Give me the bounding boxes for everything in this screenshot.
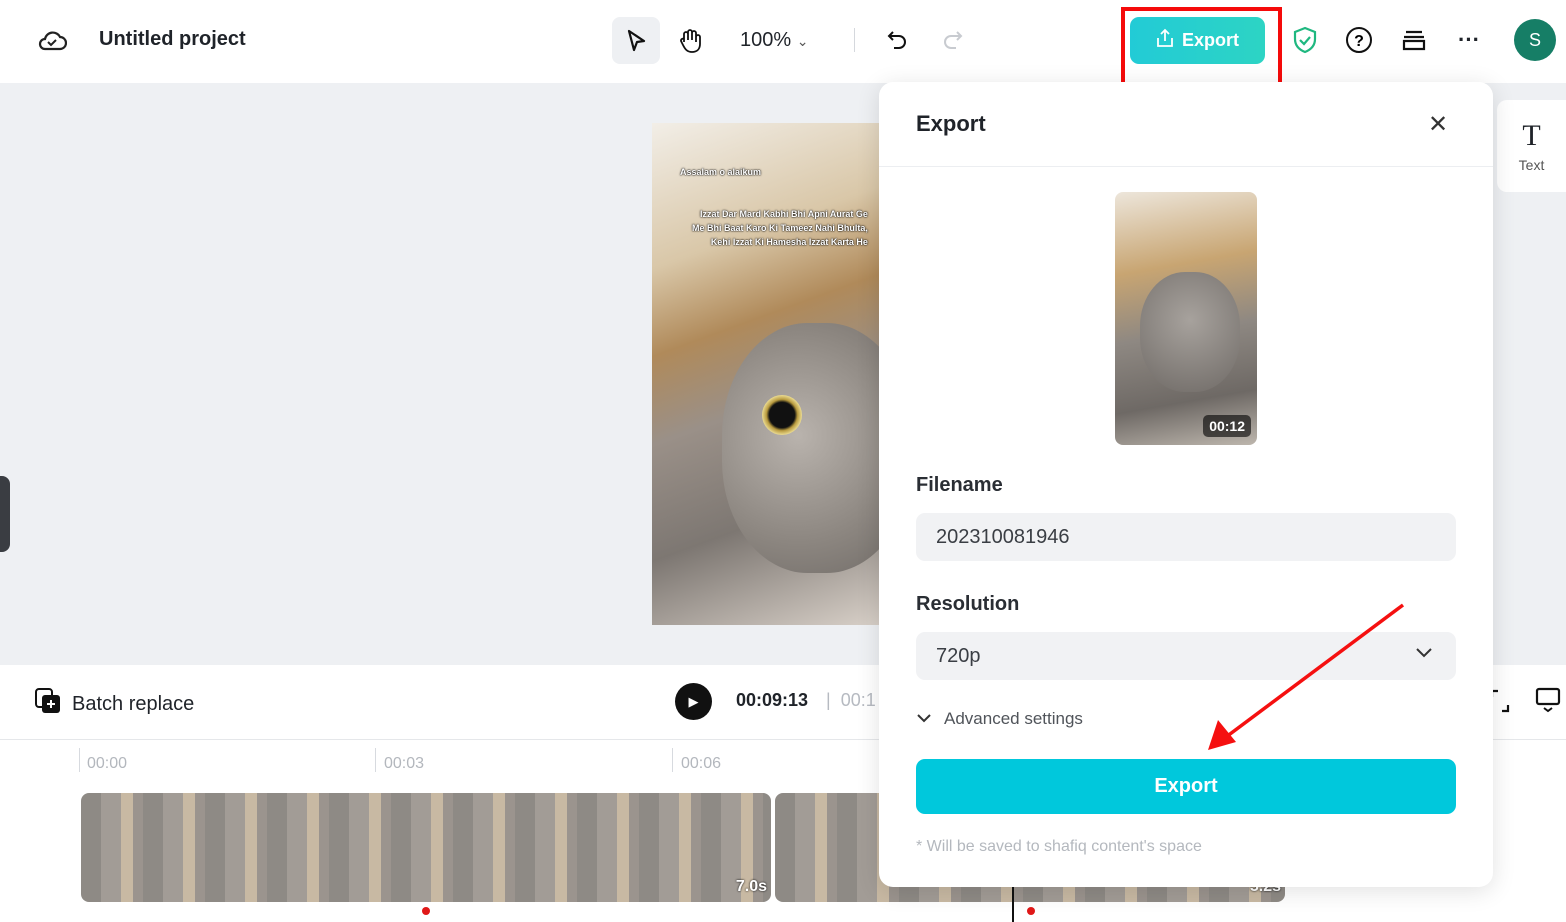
advanced-settings-label: Advanced settings — [944, 709, 1083, 728]
playhead[interactable] — [1012, 886, 1014, 922]
video-preview[interactable]: Assalam o alaikum Izzat Dar Mard Kabhi B… — [652, 123, 880, 625]
ruler-label: 00:03 — [384, 755, 425, 772]
ruler-label: 00:06 — [681, 755, 722, 772]
resolution-value: 720p — [936, 644, 981, 667]
ruler-label: 00:00 — [87, 755, 128, 772]
cat-image — [722, 323, 880, 573]
total-time: | 00:1 — [826, 690, 876, 710]
marker-dot — [1027, 907, 1035, 915]
advanced-settings-toggle[interactable]: Advanced settings — [916, 709, 1083, 729]
ruler-tick — [375, 748, 376, 772]
ruler-tick — [672, 748, 673, 772]
thumbnail-duration: 00:12 — [1203, 415, 1251, 437]
svg-text:?: ? — [1354, 33, 1364, 50]
filename-input[interactable]: 202310081946 — [916, 513, 1456, 561]
chevron-down-icon — [916, 709, 932, 729]
resolution-label: Resolution — [916, 593, 1020, 615]
clip-duration: 7.0s — [735, 878, 767, 895]
overlay-caption-line: Kehi Izzat Ki Hamesha Izzat Karta He — [710, 237, 868, 247]
overlay-caption-line: Izzat Dar Mard Kabhi Bhi Apni Aurat Ge — [700, 209, 868, 219]
zoom-dropdown[interactable]: 100% ⌄ — [740, 29, 808, 52]
video-clip[interactable]: 7.0s — [81, 793, 771, 902]
chevron-down-icon — [1414, 642, 1434, 668]
modal-divider — [879, 166, 1493, 167]
ruler-tick — [79, 748, 80, 772]
help-icon[interactable]: ? — [1344, 25, 1374, 55]
overlay-greeting: Assalam o alaikum — [680, 167, 762, 177]
left-panel-toggle[interactable] — [0, 476, 10, 552]
avatar[interactable]: S — [1514, 19, 1556, 61]
marker-dot — [422, 907, 430, 915]
cat-eye — [762, 395, 802, 435]
batch-replace-button[interactable]: Batch replace — [34, 687, 194, 721]
batch-replace-label: Batch replace — [72, 692, 195, 715]
cloud-icon[interactable] — [36, 24, 68, 56]
batch-replace-icon — [34, 687, 62, 721]
export-button[interactable]: Export — [916, 759, 1456, 814]
save-location-note: * Will be saved to shafiq content's spac… — [916, 838, 1202, 855]
text-icon: T — [1522, 119, 1541, 152]
play-button[interactable]: ▶ — [675, 683, 712, 720]
close-icon[interactable]: ✕ — [1428, 110, 1448, 139]
hand-tool-icon[interactable] — [666, 17, 714, 64]
modal-title: Export — [916, 111, 986, 136]
layers-icon[interactable] — [1399, 25, 1429, 55]
text-tool-button[interactable]: T Text — [1497, 100, 1566, 192]
redo-icon[interactable] — [938, 26, 966, 54]
display-icon[interactable] — [1534, 686, 1562, 714]
export-modal: Export ✕ 00:12 Filename 202310081946 Res… — [879, 82, 1493, 887]
zoom-value: 100% — [740, 29, 792, 51]
export-thumbnail: 00:12 — [1115, 192, 1257, 445]
current-time: 00:09:13 — [736, 690, 809, 710]
chevron-down-icon: ⌄ — [796, 33, 809, 49]
undo-icon[interactable] — [884, 26, 912, 54]
select-tool-icon[interactable] — [612, 17, 660, 64]
cat-image — [1140, 272, 1240, 392]
project-title[interactable]: Untitled project — [99, 28, 246, 51]
overlay-caption-line: Me Bhi Baat Karo Ki Tameez Nahi Bhulta, — [692, 223, 868, 233]
shield-check-icon[interactable] — [1290, 25, 1320, 55]
text-tool-label: Text — [1518, 157, 1545, 173]
more-icon[interactable]: ··· — [1454, 25, 1484, 55]
filename-label: Filename — [916, 474, 1003, 496]
divider — [854, 28, 855, 52]
annotation-arrow — [1208, 603, 1405, 750]
